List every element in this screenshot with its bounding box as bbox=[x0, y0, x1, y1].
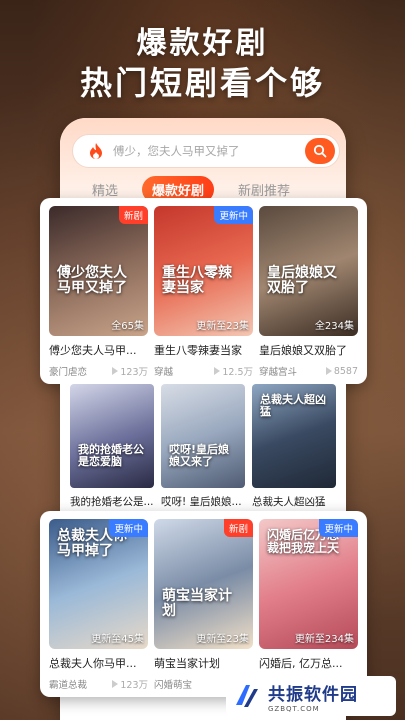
drama-row-2: 我的抢婚老公是恋爱脑 我的抢婚老公是... 哎呀!皇后娘娘又来了 哎呀! 皇后娘… bbox=[60, 384, 346, 511]
drama-title[interactable]: 重生八零辣妻当家 bbox=[154, 342, 253, 358]
drama-row-3: 总裁夫人你马甲掉了 更新中 更新至45集 总裁夫人你马甲... 霸道总裁 123万… bbox=[40, 511, 367, 697]
drama-title[interactable]: 萌宝当家计划 bbox=[154, 655, 253, 671]
poster-title: 皇后娘娘又双胎了 bbox=[267, 265, 337, 297]
drama-card[interactable]: 我的抢婚老公是恋爱脑 我的抢婚老公是... bbox=[70, 384, 154, 509]
drama-card[interactable]: 总裁夫人超凶猛 总裁夫人超凶猛 bbox=[252, 384, 336, 509]
genre-tag: 穿越 bbox=[154, 367, 174, 378]
drama-title[interactable]: 总裁夫人超凶猛 bbox=[252, 494, 336, 509]
drama-poster[interactable]: 皇后娘娘又双胎了 全234集 bbox=[259, 206, 358, 336]
drama-title[interactable]: 总裁夫人你马甲... bbox=[49, 655, 148, 671]
site-watermark: 共振软件园 GZBQT.COM bbox=[226, 676, 396, 716]
drama-card[interactable]: 萌宝当家计划 新剧 更新至23集 萌宝当家计划 闪婚萌宝 bbox=[154, 519, 253, 691]
genre-tag: 霸道总裁 bbox=[49, 680, 88, 691]
episode-count: 更新至23集 bbox=[196, 634, 249, 645]
play-icon bbox=[112, 680, 119, 688]
drama-card[interactable]: 总裁夫人你马甲掉了 更新中 更新至45集 总裁夫人你马甲... 霸道总裁 123万 bbox=[49, 519, 148, 691]
episode-count: 更新至23集 bbox=[196, 321, 249, 332]
search-icon bbox=[313, 144, 327, 158]
view-count: 123万 bbox=[120, 367, 148, 378]
poster-title: 总裁夫人超凶猛 bbox=[260, 393, 326, 419]
status-badge: 新剧 bbox=[223, 519, 253, 537]
play-icon bbox=[214, 367, 221, 375]
watermark-name: 共振软件园 bbox=[268, 684, 358, 705]
drama-row-1: 傅少您夫人马甲又掉了 新剧 全65集 傅少您夫人马甲... 豪门虐恋 123万 重… bbox=[40, 198, 367, 384]
status-badge: 新剧 bbox=[118, 206, 148, 224]
play-icon bbox=[325, 367, 332, 375]
episode-count: 更新至45集 bbox=[91, 634, 144, 645]
drama-title[interactable]: 我的抢婚老公是... bbox=[70, 494, 154, 509]
drama-title[interactable]: 皇后娘娘又双胎了 bbox=[259, 342, 358, 358]
drama-title[interactable]: 傅少您夫人马甲... bbox=[49, 342, 148, 358]
headline-primary: 爆款好剧 bbox=[136, 26, 269, 61]
drama-poster[interactable]: 总裁夫人超凶猛 bbox=[252, 384, 336, 488]
site-logo-icon bbox=[236, 685, 258, 707]
drama-poster[interactable]: 我的抢婚老公是恋爱脑 bbox=[70, 384, 154, 488]
drama-poster[interactable]: 哎呀!皇后娘娘又来了 bbox=[161, 384, 245, 488]
poster-title: 傅少您夫人马甲又掉了 bbox=[57, 265, 127, 297]
view-count: 8587 bbox=[333, 365, 358, 377]
drama-card[interactable]: 重生八零辣妻当家 更新中 更新至23集 重生八零辣妻当家 穿越 12.5万 bbox=[154, 206, 253, 378]
search-button[interactable] bbox=[305, 138, 335, 164]
fire-icon bbox=[83, 138, 109, 164]
drama-title[interactable]: 闪婚后, 亿万总... bbox=[259, 655, 358, 671]
poster-title: 哎呀!皇后娘娘又来了 bbox=[169, 443, 230, 469]
status-badge: 更新中 bbox=[109, 519, 148, 537]
watermark-url: GZBQT.COM bbox=[268, 704, 320, 713]
poster-title: 重生八零辣妻当家 bbox=[162, 265, 232, 297]
headline-secondary: 热门短剧看个够 bbox=[79, 64, 325, 102]
drama-poster[interactable]: 萌宝当家计划 新剧 更新至23集 bbox=[154, 519, 253, 649]
drama-poster[interactable]: 闪婚后亿万总裁把我宠上天 更新中 更新至234集 bbox=[259, 519, 358, 649]
drama-poster[interactable]: 重生八零辣妻当家 更新中 更新至23集 bbox=[154, 206, 253, 336]
search-bar[interactable]: 傅少，您夫人马甲又掉了 bbox=[72, 134, 340, 168]
view-count: 12.5万 bbox=[222, 367, 253, 378]
episode-count: 全65集 bbox=[111, 321, 144, 332]
genre-tag: 闪婚萌宝 bbox=[154, 680, 193, 691]
drama-card[interactable]: 傅少您夫人马甲又掉了 新剧 全65集 傅少您夫人马甲... 豪门虐恋 123万 bbox=[49, 206, 148, 378]
drama-card[interactable]: 皇后娘娘又双胎了 全234集 皇后娘娘又双胎了 穿越宫斗 8587 bbox=[259, 206, 358, 378]
view-count: 123万 bbox=[120, 680, 148, 691]
search-input[interactable]: 傅少，您夫人马甲又掉了 bbox=[113, 143, 305, 159]
genre-tag: 豪门虐恋 bbox=[49, 367, 88, 378]
drama-title[interactable]: 哎呀! 皇后娘娘... bbox=[161, 494, 245, 509]
episode-count: 更新至234集 bbox=[294, 634, 354, 645]
poster-title: 萌宝当家计划 bbox=[162, 588, 232, 620]
drama-poster[interactable]: 总裁夫人你马甲掉了 更新中 更新至45集 bbox=[49, 519, 148, 649]
genre-tag: 穿越宫斗 bbox=[259, 367, 298, 378]
drama-card[interactable]: 闪婚后亿万总裁把我宠上天 更新中 更新至234集 闪婚后, 亿万总... bbox=[259, 519, 358, 671]
poster-title: 我的抢婚老公是恋爱脑 bbox=[78, 443, 144, 469]
play-icon bbox=[112, 367, 119, 375]
drama-poster[interactable]: 傅少您夫人马甲又掉了 新剧 全65集 bbox=[49, 206, 148, 336]
drama-card[interactable]: 哎呀!皇后娘娘又来了 哎呀! 皇后娘娘... bbox=[161, 384, 245, 509]
episode-count: 全234集 bbox=[314, 321, 354, 332]
status-badge: 更新中 bbox=[319, 519, 358, 537]
status-badge: 更新中 bbox=[214, 206, 253, 224]
